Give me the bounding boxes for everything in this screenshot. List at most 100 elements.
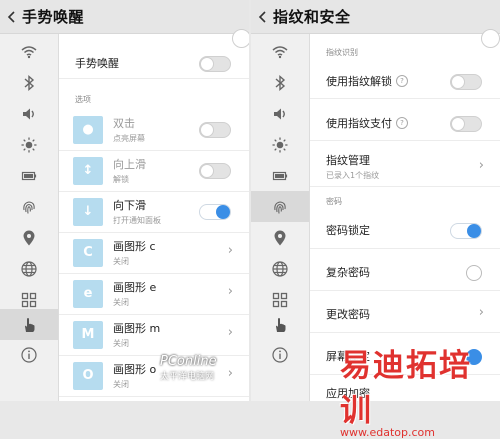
gesture-wake-toggle[interactable] [199, 56, 231, 72]
fingerprint-unlock-toggle[interactable] [450, 74, 482, 90]
sidebar-item-brightness[interactable] [0, 129, 58, 160]
sidebar-item-battery[interactable] [0, 160, 58, 191]
option-subtitle: 解锁 [113, 175, 129, 184]
option-title: 向上滑 [113, 158, 146, 171]
fingerprint-manage-row[interactable]: 指纹管理 已录入1个指纹 › [310, 146, 500, 187]
option-toggle[interactable] [199, 204, 231, 220]
sidebar-item-brightness[interactable] [251, 129, 309, 160]
sidebar-item-globe[interactable] [0, 253, 58, 284]
gesture-option-row[interactable]: O 画图形 o 关闭 › [59, 355, 249, 397]
sidebar-item-wifi[interactable] [0, 36, 58, 67]
password-lock-row[interactable]: 密码锁定 [310, 212, 500, 249]
info-icon [272, 346, 288, 363]
chevron-right-icon: › [227, 366, 233, 381]
wifi-icon [21, 45, 37, 58]
sidebar-item-gesture-hand[interactable] [251, 309, 309, 340]
sidebar-item-battery[interactable] [251, 160, 309, 191]
bluetooth-icon [24, 74, 35, 91]
settings-content: 手势唤醒 选项 ● 双击 点亮屏幕 ↕ 向上滑 解锁 ↓ 向下滑 打开通知面板 C 画图形 c 关闭 ›… [59, 29, 249, 401]
sidebar-item-bluetooth[interactable] [251, 67, 309, 98]
option-title: 双击 [113, 117, 135, 130]
change-password-label: 更改密码 [326, 308, 370, 321]
fingerprint-icon [274, 200, 286, 214]
fingerprint-pay-row[interactable]: 使用指纹支付 ? [310, 106, 500, 141]
apps-grid-icon [272, 292, 288, 307]
sidebar-item-bluetooth[interactable] [0, 67, 58, 98]
sidebar-item-info[interactable] [251, 339, 309, 370]
back-icon[interactable] [251, 0, 273, 33]
sidebar-item-location[interactable] [0, 222, 58, 253]
battery-icon [21, 171, 37, 180]
fingerprint-pay-toggle[interactable] [450, 116, 482, 132]
fingerprint-unlock-row[interactable]: 使用指纹解锁 ? [310, 64, 500, 99]
change-password-row[interactable]: 更改密码 › [310, 296, 500, 333]
sidebar-item-globe[interactable] [251, 253, 309, 284]
gesture-option-row[interactable]: e 画图形 e 关闭 › [59, 273, 249, 315]
apps-grid-icon [21, 292, 37, 307]
gesture-e-icon: e [73, 279, 103, 308]
option-subtitle: 关闭 [113, 339, 129, 348]
settings-sidebar [0, 34, 59, 401]
sidebar-item-gesture-hand[interactable] [0, 309, 58, 340]
option-subtitle: 关闭 [113, 298, 129, 307]
option-subtitle: 关闭 [113, 257, 129, 266]
chevron-right-icon: › [227, 284, 233, 299]
gesture-option-row[interactable]: ↓ 向下滑 打开通知面板 [59, 191, 249, 233]
chevron-right-icon: › [227, 243, 233, 258]
page-title: 手势唤醒 [22, 8, 85, 26]
location-icon [23, 230, 35, 245]
gesture-wake-label: 手势唤醒 [75, 57, 119, 70]
fingerprint-icon [23, 200, 35, 214]
gesture-option-row[interactable]: ● 双击 点亮屏幕 [59, 109, 249, 151]
screen-lock-row[interactable]: 屏幕锁定 [310, 338, 500, 375]
fingerprint-unlock-label: 使用指纹解锁 [326, 75, 392, 88]
gesture-m-icon: M [73, 320, 103, 349]
chevron-right-icon: › [478, 305, 484, 320]
option-toggle[interactable] [199, 163, 231, 179]
sidebar-item-wifi[interactable] [251, 36, 309, 67]
password-section-label: 密码 [326, 197, 342, 206]
chevron-right-icon: › [227, 325, 233, 340]
screen-lock-radio[interactable] [466, 349, 482, 365]
sidebar-item-volume[interactable] [0, 98, 58, 129]
option-toggle[interactable] [199, 122, 231, 138]
circle-indicator [481, 29, 500, 48]
top-bar: 指纹和安全 [251, 0, 500, 34]
fingerprint-manage-label: 指纹管理 [326, 153, 370, 167]
password-lock-toggle[interactable] [450, 223, 482, 239]
gesture-wake-row[interactable]: 手势唤醒 [59, 48, 249, 79]
sidebar-item-info[interactable] [0, 339, 58, 370]
complex-password-row[interactable]: 复杂密码 [310, 254, 500, 291]
app-lock-row[interactable]: 应用加密 [310, 378, 500, 401]
option-subtitle: 关闭 [113, 380, 129, 389]
back-icon[interactable] [0, 0, 22, 33]
option-title: 画图形 o [113, 363, 157, 376]
gesture-up-icon: ↕ [73, 156, 103, 185]
volume-icon [274, 108, 285, 119]
gesture-option-row[interactable]: M 画图形 m 关闭 › [59, 314, 249, 356]
globe-icon [272, 260, 288, 277]
complex-password-radio[interactable] [466, 265, 482, 281]
gesture-o-icon: O [73, 361, 103, 390]
info-icon [21, 346, 37, 363]
app-lock-label: 应用加密 [326, 387, 370, 400]
sidebar-item-fingerprint[interactable] [251, 191, 309, 222]
sidebar-item-volume[interactable] [251, 98, 309, 129]
gesture-down-icon: ↓ [73, 197, 103, 226]
circle-indicator [232, 29, 249, 48]
brightness-icon [21, 137, 37, 152]
help-icon[interactable]: ? [396, 117, 408, 129]
sidebar-item-fingerprint[interactable] [0, 191, 58, 222]
option-title: 画图形 e [113, 281, 157, 294]
sidebar-item-location[interactable] [251, 222, 309, 253]
battery-icon [272, 171, 288, 180]
complex-password-label: 复杂密码 [326, 266, 370, 279]
chevron-right-icon: › [478, 158, 484, 173]
globe-icon [21, 260, 37, 277]
gesture-option-row[interactable]: C 画图形 c 关闭 › [59, 232, 249, 274]
help-icon[interactable]: ? [396, 75, 408, 87]
wifi-icon [272, 45, 288, 58]
option-subtitle: 点亮屏幕 [113, 134, 145, 143]
gesture-option-row[interactable]: ↕ 向上滑解锁 [59, 150, 249, 192]
options-section-label: 选项 [75, 95, 91, 104]
